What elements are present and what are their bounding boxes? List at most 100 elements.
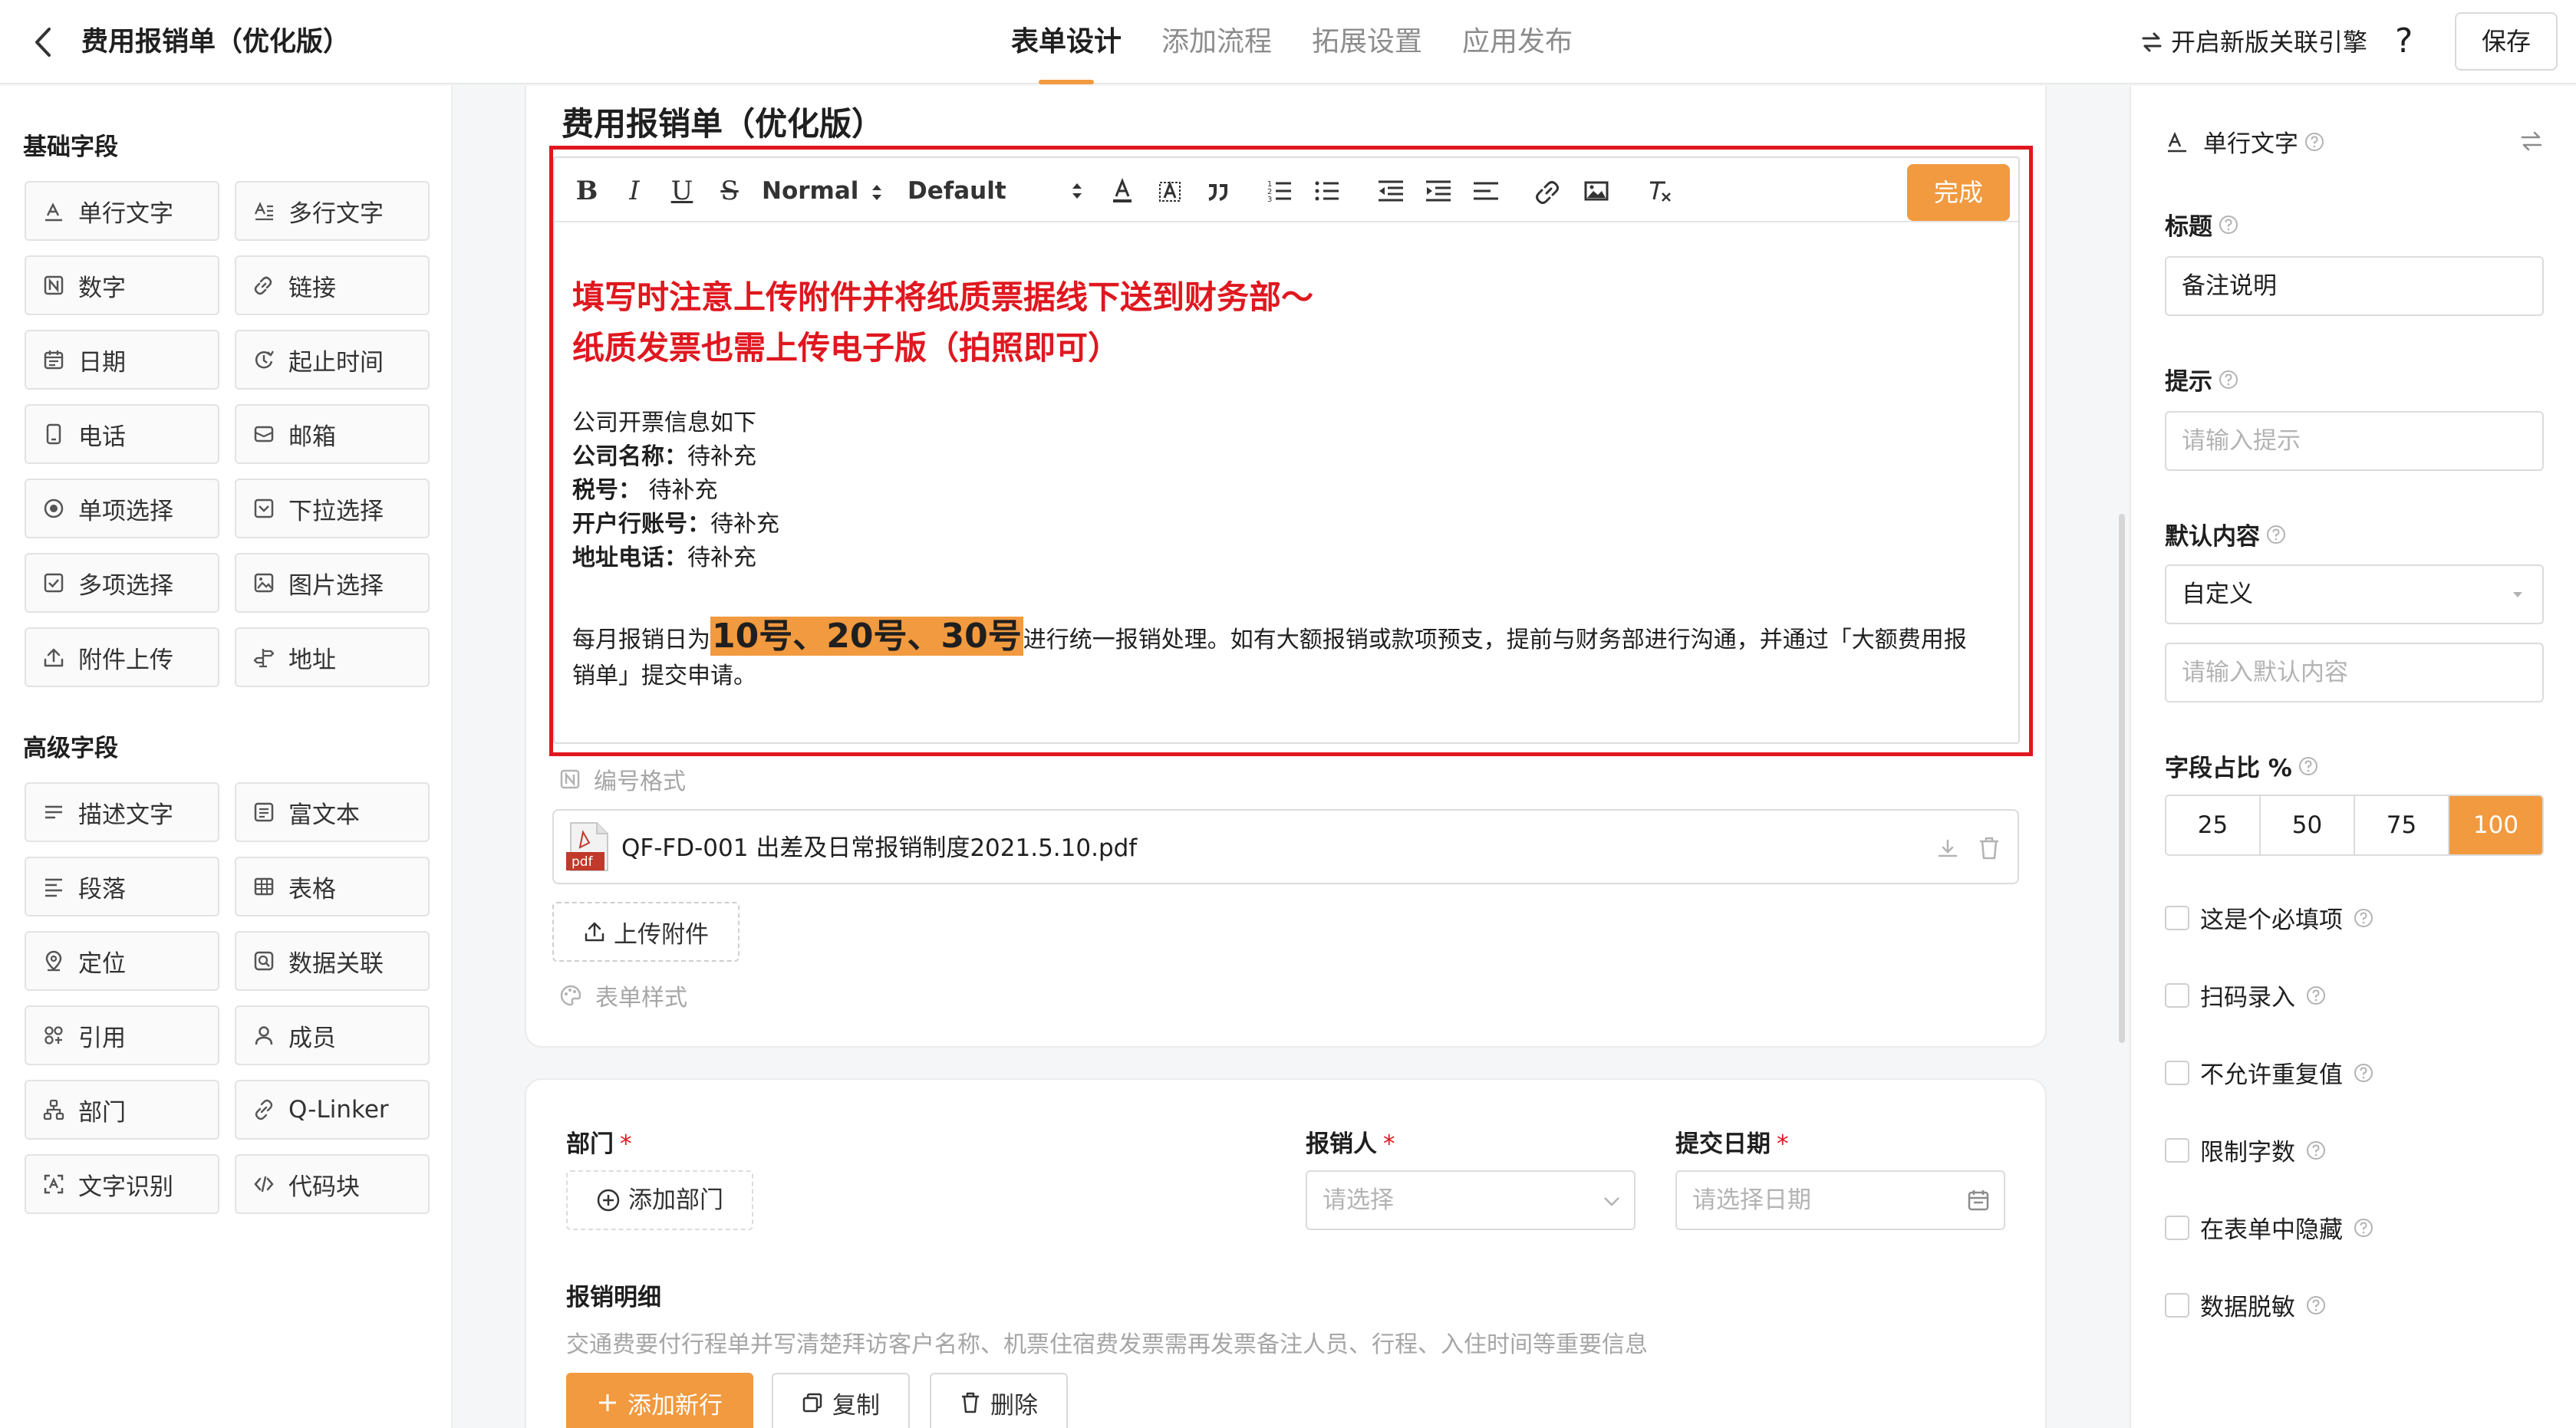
help-circle-icon[interactable]: [2266, 525, 2286, 545]
help-circle-icon[interactable]: [2354, 1218, 2373, 1238]
ratio-option-100[interactable]: 100: [2449, 796, 2542, 854]
palette-field-link[interactable]: 链接: [235, 255, 430, 315]
help-icon[interactable]: ?: [2395, 20, 2413, 63]
canvas-scrollbar[interactable]: [2119, 514, 2125, 1043]
enable-new-engine-button[interactable]: 开启新版关联引擎: [2140, 23, 2367, 61]
palette-field-upload[interactable]: 附件上传: [25, 627, 219, 687]
font-select[interactable]: Default: [908, 173, 1084, 209]
hint-input[interactable]: 请输入提示: [2165, 411, 2544, 471]
palette-field-dropdown[interactable]: 下拉选择: [235, 479, 430, 538]
swap-icon[interactable]: [2519, 129, 2544, 153]
help-circle-icon[interactable]: [2219, 215, 2238, 235]
palette-field-multi-line-text[interactable]: 多行文字: [235, 181, 430, 241]
palette-field-code[interactable]: 代码块: [235, 1154, 430, 1214]
option-checkbox-row[interactable]: 这是个必填项: [2165, 900, 2373, 935]
strikethrough-button[interactable]: S: [714, 175, 745, 207]
help-circle-icon[interactable]: [2304, 132, 2324, 152]
palette-field-rich-text[interactable]: 富文本: [235, 782, 430, 842]
submit-date-picker[interactable]: 请选择日期: [1675, 1170, 2005, 1230]
palette-field-paragraph[interactable]: 段落: [25, 857, 219, 916]
help-circle-icon[interactable]: [2306, 1295, 2326, 1315]
help-circle-icon[interactable]: [2354, 908, 2373, 928]
align-left-icon[interactable]: [1471, 175, 1501, 207]
option-checkbox-row[interactable]: 限制字数: [2165, 1133, 2326, 1167]
bullet-list-icon[interactable]: [1313, 175, 1343, 207]
outdent-icon[interactable]: [1375, 175, 1406, 207]
palette-field-time-range[interactable]: 起止时间: [235, 330, 430, 390]
palette-field-member[interactable]: 成员: [235, 1005, 430, 1065]
option-checkbox-row[interactable]: 扫码录入: [2165, 978, 2326, 1012]
palette-field-location[interactable]: 定位: [25, 931, 219, 991]
option-checkbox-row[interactable]: 在表单中隐藏: [2165, 1210, 2373, 1245]
checkbox[interactable]: [2165, 1292, 2189, 1318]
insert-image-icon[interactable]: [1581, 175, 1612, 207]
palette-field-data-link[interactable]: 数据关联: [235, 931, 430, 991]
indent-icon[interactable]: [1423, 175, 1454, 207]
ratio-option-75[interactable]: 75: [2355, 796, 2449, 854]
bold-button[interactable]: B: [572, 175, 602, 207]
help-circle-icon[interactable]: [2298, 756, 2318, 776]
palette-field-department[interactable]: 部门: [25, 1080, 219, 1140]
svg-text:3: 3: [1267, 196, 1272, 204]
save-button[interactable]: 保存: [2455, 12, 2558, 71]
checkbox[interactable]: [2165, 982, 2189, 1008]
number-format-row[interactable]: 编号格式: [560, 762, 686, 796]
clear-format-icon[interactable]: [1644, 175, 1675, 207]
palette-field-mail[interactable]: 邮箱: [235, 404, 430, 464]
palette-field-label: 数据关联: [288, 949, 384, 978]
trash-icon[interactable]: [1978, 836, 2001, 860]
palette-field-ocr[interactable]: 文字识别: [25, 1154, 219, 1214]
underline-button[interactable]: U: [667, 175, 697, 207]
upload-attachment-button[interactable]: 上传附件: [552, 902, 740, 962]
tab-form-design[interactable]: 表单设计: [1011, 0, 1122, 84]
palette-field-table[interactable]: 表格: [235, 857, 430, 916]
checkbox[interactable]: [2165, 905, 2189, 930]
done-button[interactable]: 完成: [1907, 164, 2010, 221]
palette-field-image[interactable]: 图片选择: [235, 553, 430, 613]
upload-icon: [44, 648, 64, 667]
tab-publish[interactable]: 应用发布: [1462, 0, 1573, 84]
applicant-select[interactable]: 请选择: [1306, 1170, 1636, 1230]
title-input[interactable]: 备注说明: [2165, 256, 2544, 316]
checkbox[interactable]: [2165, 1137, 2189, 1163]
tab-extension-settings[interactable]: 拓展设置: [1312, 0, 1422, 84]
link-icon[interactable]: [1533, 175, 1564, 207]
help-circle-icon[interactable]: [2354, 1063, 2373, 1083]
palette-field-calendar[interactable]: 日期: [25, 330, 219, 390]
help-circle-icon[interactable]: [2306, 1140, 2326, 1160]
heading-select[interactable]: Normal: [762, 173, 884, 209]
font-color-icon[interactable]: [1107, 175, 1138, 207]
back-arrow-icon[interactable]: [29, 23, 60, 61]
italic-button[interactable]: I: [619, 175, 650, 207]
checkbox[interactable]: [2165, 1060, 2189, 1085]
palette-field-reference[interactable]: 引用: [25, 1005, 219, 1065]
palette-field-q-linker[interactable]: Q-Linker: [235, 1080, 430, 1140]
default-content-input[interactable]: 请输入默认内容: [2165, 643, 2544, 702]
option-checkbox-row[interactable]: 不允许重复值: [2165, 1055, 2373, 1090]
palette-field-address[interactable]: 地址: [235, 627, 430, 687]
tab-add-flow[interactable]: 添加流程: [1161, 0, 1272, 84]
palette-field-radio[interactable]: 单项选择: [25, 479, 219, 538]
help-circle-icon[interactable]: [2219, 370, 2238, 390]
palette-field-checkbox[interactable]: 多项选择: [25, 553, 219, 613]
option-checkbox-row[interactable]: 数据脱敏: [2165, 1288, 2326, 1322]
add-department-button[interactable]: 添加部门: [566, 1170, 753, 1230]
checkbox[interactable]: [2165, 1215, 2189, 1240]
add-row-button[interactable]: 添加新行: [566, 1373, 753, 1428]
delete-button[interactable]: 删除: [930, 1373, 1068, 1428]
download-icon[interactable]: [1936, 837, 1959, 860]
palette-field-number[interactable]: 数字: [25, 255, 219, 315]
ratio-option-50[interactable]: 50: [2261, 796, 2355, 854]
background-color-icon[interactable]: [1155, 175, 1185, 207]
palette-field-label: 成员: [288, 1024, 336, 1052]
ordered-list-icon[interactable]: 123: [1265, 175, 1296, 207]
palette-field-single-line-text[interactable]: 单行文字: [25, 181, 219, 241]
blockquote-icon[interactable]: [1202, 175, 1233, 207]
palette-field-phone[interactable]: 电话: [25, 404, 219, 464]
ratio-option-25[interactable]: 25: [2166, 796, 2261, 854]
form-style-row[interactable]: 表单样式: [560, 979, 687, 1012]
default-content-select[interactable]: 自定义: [2165, 564, 2544, 624]
help-circle-icon[interactable]: [2306, 985, 2326, 1005]
palette-field-description[interactable]: 描述文字: [25, 782, 219, 842]
copy-button[interactable]: 复制: [772, 1373, 910, 1428]
